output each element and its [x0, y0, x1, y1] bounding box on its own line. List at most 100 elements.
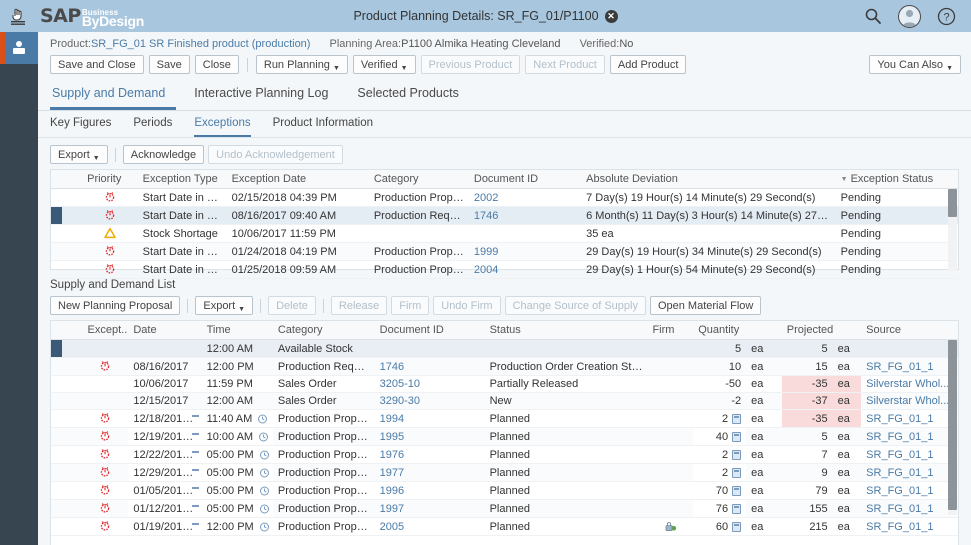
row-select-cell[interactable]: [51, 428, 62, 446]
sd-time-cell[interactable]: 11:59 PM: [202, 376, 273, 393]
supply-demand-export-button[interactable]: Export▼: [195, 296, 253, 315]
sd-date-cell[interactable]: 01/05/2018: [128, 482, 201, 500]
tab-product-information[interactable]: Product Information: [273, 117, 373, 137]
sd-time-cell[interactable]: 05:00 PM: [202, 464, 273, 482]
sd-source-cell[interactable]: [861, 340, 958, 358]
calculator-icon[interactable]: [732, 522, 741, 532]
supply-demand-table-row[interactable]: 10/06/201711:59 PMSales Order3205-10Part…: [51, 376, 958, 393]
row-select-cell[interactable]: [51, 376, 62, 393]
calculator-icon[interactable]: [732, 468, 741, 478]
sd-col-time[interactable]: Time: [202, 321, 273, 340]
exceptions-col-absolute-deviation[interactable]: Absolute Deviation: [581, 170, 836, 189]
menu-hand-icon[interactable]: [0, 6, 38, 26]
exceptions-col-document-id[interactable]: Document ID: [469, 170, 581, 189]
tab-supply-and-demand[interactable]: Supply and Demand: [50, 82, 176, 110]
exceptions-col-type[interactable]: Exception Type: [138, 170, 227, 189]
sd-time-cell[interactable]: 05:00 PM: [202, 482, 273, 500]
sd-time-cell[interactable]: 12:00 AM: [202, 340, 273, 358]
sd-document-id-cell[interactable]: 2005: [375, 518, 485, 536]
supply-demand-scroll-thumb[interactable]: [948, 340, 957, 510]
sd-document-id-cell[interactable]: 1995: [375, 428, 485, 446]
exceptions-col-category[interactable]: Category: [369, 170, 469, 189]
sd-time-cell[interactable]: 05:00 PM: [202, 500, 273, 518]
sd-source-cell[interactable]: SR_FG_01_1: [861, 482, 958, 500]
sd-date-cell[interactable]: 12/18/2017: [128, 410, 201, 428]
row-select-cell[interactable]: [51, 340, 62, 358]
sd-date-cell[interactable]: 12/22/2017: [128, 446, 201, 464]
sd-source-cell[interactable]: SR_FG_01_1: [861, 446, 958, 464]
sd-time-cell[interactable]: 05:00 PM: [202, 446, 273, 464]
sd-document-id-cell[interactable]: 3290-30: [375, 393, 485, 410]
verified-button[interactable]: Verified▼: [353, 55, 416, 74]
new-planning-proposal-button[interactable]: New Planning Proposal: [50, 296, 180, 315]
tab-key-figures[interactable]: Key Figures: [50, 117, 111, 137]
calendar-icon[interactable]: [191, 450, 200, 459]
sd-date-cell[interactable]: [128, 340, 201, 358]
clock-icon[interactable]: [259, 503, 270, 514]
exceptions-scrollbar[interactable]: [948, 189, 957, 271]
row-select-cell[interactable]: [51, 358, 62, 376]
sd-source-cell[interactable]: SR_FG_01_1: [861, 500, 958, 518]
supply-demand-table-row[interactable]: 12/19/2017 10:00 AMProduction Proposal19…: [51, 428, 958, 446]
sd-quantity-cell[interactable]: 2: [693, 464, 746, 482]
calculator-icon[interactable]: [732, 486, 741, 496]
clock-icon[interactable]: [259, 485, 270, 496]
row-select-cell[interactable]: [51, 207, 63, 225]
sd-source-cell[interactable]: SR_FG_01_1: [861, 464, 958, 482]
sd-col-status[interactable]: Status: [485, 321, 648, 340]
exceptions-table-row[interactable]: Stock Shortage10/06/2017 11:59 PM35 eaPe…: [51, 225, 958, 243]
you-can-also-button[interactable]: You Can Also▼: [869, 55, 961, 74]
clock-icon[interactable]: [259, 467, 270, 478]
supply-demand-table-row[interactable]: 12:00 AMAvailable Stock5ea5ea: [51, 340, 958, 358]
row-select-cell[interactable]: [51, 410, 62, 428]
row-select-cell[interactable]: [51, 189, 63, 207]
clock-icon[interactable]: [259, 449, 270, 460]
sd-date-cell[interactable]: 10/06/2017: [128, 376, 201, 393]
sd-quantity-cell[interactable]: -2: [693, 393, 746, 410]
exceptions-table-row[interactable]: Start Date in Past08/16/2017 09:40 AMPro…: [51, 207, 958, 225]
calendar-icon[interactable]: [191, 468, 200, 477]
open-material-flow-button[interactable]: Open Material Flow: [650, 296, 761, 315]
acknowledge-button[interactable]: Acknowledge: [123, 145, 204, 164]
product-value[interactable]: SR_FG_01 SR Finished product (production…: [91, 38, 311, 50]
sd-source-cell[interactable]: Silverstar Whol...: [861, 376, 958, 393]
sd-time-cell[interactable]: 12:00 PM: [202, 358, 273, 376]
exceptions-col-priority[interactable]: Priority: [82, 170, 138, 189]
sd-quantity-cell[interactable]: 2: [693, 410, 746, 428]
sd-col-date[interactable]: Date: [128, 321, 201, 340]
calendar-icon[interactable]: [191, 522, 200, 531]
sd-document-id-cell[interactable]: 1997: [375, 500, 485, 518]
sd-document-id-cell[interactable]: 1977: [375, 464, 485, 482]
sd-document-id-cell[interactable]: 1746: [375, 358, 485, 376]
sd-date-cell[interactable]: 01/19/2018: [128, 518, 201, 536]
row-select-cell[interactable]: [51, 464, 62, 482]
exceptions-export-button[interactable]: Export▼: [50, 145, 108, 164]
sd-quantity-cell[interactable]: 2: [693, 446, 746, 464]
exceptions-document-id-cell[interactable]: 2004: [469, 261, 581, 279]
sd-col-category[interactable]: Category: [273, 321, 375, 340]
sd-quantity-cell[interactable]: -50: [693, 376, 746, 393]
exceptions-document-id-cell[interactable]: [469, 225, 581, 243]
help-icon[interactable]: ?: [935, 5, 957, 27]
row-select-cell[interactable]: [51, 225, 63, 243]
exceptions-document-id-cell[interactable]: 2002: [469, 189, 581, 207]
sd-date-cell[interactable]: 08/16/2017: [128, 358, 201, 376]
supply-demand-table-row[interactable]: 01/05/2018 05:00 PMProduction Proposal19…: [51, 482, 958, 500]
tab-exceptions[interactable]: Exceptions: [194, 117, 250, 137]
exceptions-table-row[interactable]: Start Date in Past01/24/2018 04:19 PMPro…: [51, 243, 958, 261]
search-icon[interactable]: [862, 5, 884, 27]
calculator-icon[interactable]: [732, 504, 741, 514]
sd-time-cell[interactable]: 12:00 AM: [202, 393, 273, 410]
exceptions-scroll-thumb[interactable]: [948, 189, 957, 217]
clock-icon[interactable]: [258, 431, 269, 442]
sd-col-exception[interactable]: Except...: [83, 321, 129, 340]
sd-source-cell[interactable]: SR_FG_01_1: [861, 358, 958, 376]
sd-col-document-id[interactable]: Document ID: [375, 321, 485, 340]
sd-time-cell[interactable]: 10:00 AM: [202, 428, 273, 446]
sd-col-firm[interactable]: Firm: [647, 321, 693, 340]
run-planning-button[interactable]: Run Planning▼: [256, 55, 348, 74]
row-select-cell[interactable]: [51, 393, 62, 410]
sd-col-projected-stock[interactable]: Projected Stock: [782, 321, 833, 340]
sd-source-cell[interactable]: SR_FG_01_1: [861, 410, 958, 428]
sd-date-cell[interactable]: 12/29/2017: [128, 464, 201, 482]
